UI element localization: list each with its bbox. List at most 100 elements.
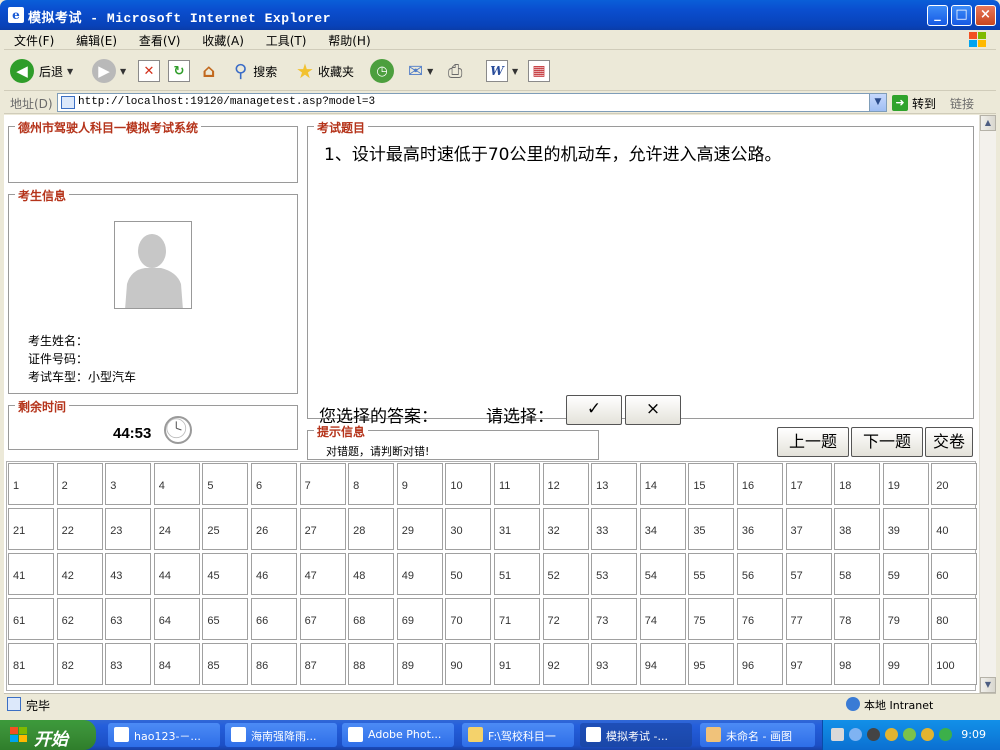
qq-icon[interactable]	[921, 728, 934, 741]
question-cell[interactable]: 94	[639, 643, 686, 685]
mail-button[interactable]: ✉ ▼	[408, 57, 433, 85]
question-cell[interactable]: 18	[834, 463, 881, 505]
next-question-button[interactable]: 下一题	[851, 427, 923, 457]
question-cell[interactable]: 26	[250, 508, 297, 550]
maximize-button[interactable]: □	[951, 5, 972, 26]
question-cell[interactable]: 27	[299, 508, 346, 550]
question-cell[interactable]: 81	[8, 643, 54, 685]
question-cell[interactable]: 5	[202, 463, 249, 505]
question-cell[interactable]: 61	[8, 598, 54, 640]
edit-dropdown-icon[interactable]: ▼	[512, 67, 518, 76]
question-cell[interactable]: 7	[299, 463, 346, 505]
task-photoshop[interactable]: Adobe Phot...	[342, 723, 454, 747]
question-cell[interactable]: 91	[493, 643, 540, 685]
qq-icon[interactable]	[885, 728, 898, 741]
home-button[interactable]: ⌂	[198, 57, 220, 85]
scroll-down-icon[interactable]: ▼	[980, 677, 996, 693]
search-button[interactable]: ⚲ 搜索	[234, 57, 277, 85]
question-cell[interactable]: 97	[785, 643, 832, 685]
question-cell[interactable]: 73	[591, 598, 638, 640]
question-cell[interactable]: 15	[688, 463, 735, 505]
discuss-button[interactable]: ▦	[528, 57, 550, 85]
forward-dropdown-icon[interactable]: ▼	[120, 67, 126, 76]
question-cell[interactable]: 19	[882, 463, 929, 505]
minimize-button[interactable]: _	[927, 5, 948, 26]
go-arrow-icon[interactable]: ➜	[892, 95, 908, 111]
question-cell[interactable]: 66	[250, 598, 297, 640]
question-cell[interactable]: 79	[882, 598, 929, 640]
submit-exam-button[interactable]: 交卷	[925, 427, 973, 457]
question-cell[interactable]: 4	[153, 463, 200, 505]
menu-view[interactable]: 查看(V)	[129, 30, 189, 49]
shield-icon[interactable]	[939, 728, 952, 741]
address-input[interactable]: http://localhost:19120/managetest.asp?mo…	[57, 93, 887, 112]
question-cell[interactable]: 31	[493, 508, 540, 550]
menu-file[interactable]: 文件(F)	[4, 30, 62, 49]
menu-tools[interactable]: 工具(T)	[256, 30, 315, 49]
scroll-up-icon[interactable]: ▲	[980, 115, 996, 131]
question-cell[interactable]: 82	[56, 643, 103, 685]
prev-question-button[interactable]: 上一题	[777, 427, 849, 457]
task-hainan-news[interactable]: 海南强降雨...	[225, 723, 337, 747]
question-cell[interactable]: 70	[445, 598, 492, 640]
question-cell[interactable]: 71	[493, 598, 540, 640]
question-cell[interactable]: 78	[834, 598, 881, 640]
forward-button[interactable]: ▶ ▼	[92, 57, 126, 85]
task-paint[interactable]: 未命名 - 画图	[700, 723, 815, 747]
vertical-scrollbar[interactable]: ▲ ▼	[979, 115, 996, 693]
question-cell[interactable]: 88	[348, 643, 395, 685]
question-cell[interactable]: 1	[8, 463, 54, 505]
task-hao123[interactable]: hao123-－...	[108, 723, 220, 747]
question-cell[interactable]: 83	[105, 643, 152, 685]
question-cell[interactable]: 85	[202, 643, 249, 685]
question-cell[interactable]: 16	[736, 463, 783, 505]
question-cell[interactable]: 54	[639, 553, 686, 595]
stop-button[interactable]: ✕	[138, 57, 160, 85]
question-cell[interactable]: 86	[250, 643, 297, 685]
question-cell[interactable]: 33	[591, 508, 638, 550]
question-cell[interactable]: 3	[105, 463, 152, 505]
answer-correct-button[interactable]: ✓	[566, 395, 622, 425]
question-cell[interactable]: 74	[639, 598, 686, 640]
question-cell[interactable]: 76	[736, 598, 783, 640]
question-cell[interactable]: 29	[396, 508, 443, 550]
question-cell[interactable]: 100	[931, 643, 978, 685]
question-cell[interactable]: 58	[834, 553, 881, 595]
question-cell[interactable]: 64	[153, 598, 200, 640]
keyboard-icon[interactable]	[831, 728, 844, 741]
tray-app-icon[interactable]	[903, 728, 916, 741]
menu-favorites[interactable]: 收藏(A)	[192, 30, 252, 49]
question-cell[interactable]: 44	[153, 553, 200, 595]
question-cell[interactable]: 92	[542, 643, 589, 685]
question-cell[interactable]: 8	[348, 463, 395, 505]
question-cell[interactable]: 65	[202, 598, 249, 640]
question-cell[interactable]: 80	[931, 598, 978, 640]
menu-edit[interactable]: 编辑(E)	[66, 30, 125, 49]
question-cell[interactable]: 21	[8, 508, 54, 550]
task-mock-exam[interactable]: 模拟考试 -...	[580, 723, 692, 747]
question-cell[interactable]: 36	[736, 508, 783, 550]
question-cell[interactable]: 56	[736, 553, 783, 595]
question-cell[interactable]: 96	[736, 643, 783, 685]
go-button[interactable]: 转到	[912, 95, 936, 112]
question-cell[interactable]: 14	[639, 463, 686, 505]
question-cell[interactable]: 95	[688, 643, 735, 685]
question-cell[interactable]: 39	[882, 508, 929, 550]
question-cell[interactable]: 38	[834, 508, 881, 550]
links-button[interactable]: 链接	[950, 95, 974, 112]
question-cell[interactable]: 24	[153, 508, 200, 550]
answer-wrong-button[interactable]: ×	[625, 395, 681, 425]
question-cell[interactable]: 84	[153, 643, 200, 685]
question-cell[interactable]: 72	[542, 598, 589, 640]
back-dropdown-icon[interactable]: ▼	[67, 67, 73, 76]
question-cell[interactable]: 41	[8, 553, 54, 595]
question-cell[interactable]: 90	[445, 643, 492, 685]
question-cell[interactable]: 32	[542, 508, 589, 550]
mail-dropdown-icon[interactable]: ▼	[427, 67, 433, 76]
question-cell[interactable]: 40	[931, 508, 978, 550]
favorites-button[interactable]: ★ 收藏夹	[296, 57, 354, 85]
question-cell[interactable]: 48	[348, 553, 395, 595]
question-cell[interactable]: 69	[396, 598, 443, 640]
question-cell[interactable]: 52	[542, 553, 589, 595]
question-cell[interactable]: 22	[56, 508, 103, 550]
